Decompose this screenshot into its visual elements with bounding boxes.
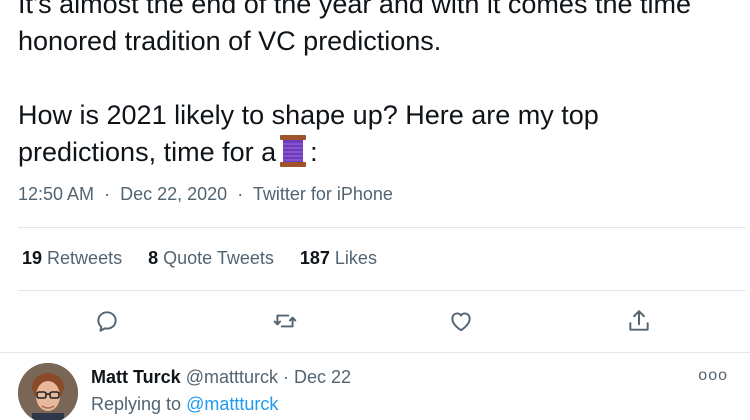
replying-handle-link[interactable]: @mattturck (186, 394, 278, 414)
quotes-count: 8 (148, 248, 159, 268)
divider (18, 290, 746, 291)
meta-separator: · (237, 184, 244, 204)
divider (18, 227, 746, 228)
likes-count: 187 (299, 248, 330, 268)
tweet-line: predictions, time for a : (18, 134, 738, 177)
author-name[interactable]: Matt Turck (91, 367, 181, 387)
meta-separator: · (104, 184, 111, 204)
tweet-meta: 12:50 AM · Dec 22, 2020 · Twitter for iP… (18, 184, 393, 205)
reply-header: Matt Turck @mattturck · Dec 22 (91, 367, 351, 388)
reply-tweet[interactable]: Matt Turck @mattturck · Dec 22 Replying … (0, 353, 750, 420)
reply-icon (97, 311, 117, 332)
tweet-line-part: : (310, 137, 318, 167)
thread-spool-icon (279, 135, 307, 177)
author-handle[interactable]: @mattturck (186, 367, 278, 387)
more-options-icon[interactable]: ooo (698, 367, 728, 385)
retweet-icon (273, 314, 297, 328)
like-button[interactable] (446, 306, 476, 336)
retweets-label: Retweets (47, 248, 123, 268)
quote-tweets-stat[interactable]: 8 Quote Tweets (148, 248, 274, 269)
likes-stat[interactable]: 187 Likes (300, 248, 377, 269)
reply-button[interactable] (92, 306, 122, 336)
replying-prefix: Replying to (91, 394, 182, 414)
tweet-line-part: predictions, time for a (18, 137, 277, 167)
tweet-timestamp-date[interactable]: Dec 22, 2020 (120, 184, 227, 204)
tweet-line: honored tradition of VC predictions. (18, 26, 442, 56)
retweets-stat[interactable]: 19 Retweets (22, 248, 122, 269)
likes-label: Likes (334, 248, 377, 268)
quotes-label: Quote Tweets (163, 248, 274, 268)
like-icon (451, 312, 471, 332)
tweet-stats: 19 Retweets 8 Quote Tweets 187 Likes (22, 248, 377, 269)
replying-to: Replying to @mattturck (91, 394, 278, 415)
avatar[interactable] (18, 363, 78, 420)
retweets-count: 19 (22, 248, 43, 268)
tweet-source[interactable]: Twitter for iPhone (253, 184, 393, 204)
share-button[interactable] (624, 306, 654, 336)
header-separator: · (283, 367, 290, 387)
tweet-text: It's almost the end of the year and with… (18, 0, 738, 177)
tweet-actions (0, 306, 750, 338)
tweet-timestamp-time[interactable]: 12:50 AM (18, 184, 94, 204)
tweet-line: It's almost the end of the year and with… (18, 0, 691, 19)
reply-date[interactable]: Dec 22 (294, 367, 351, 387)
retweet-button[interactable] (270, 306, 300, 336)
tweet-line: How is 2021 likely to shape up? Here are… (18, 100, 599, 130)
share-icon (629, 310, 649, 331)
